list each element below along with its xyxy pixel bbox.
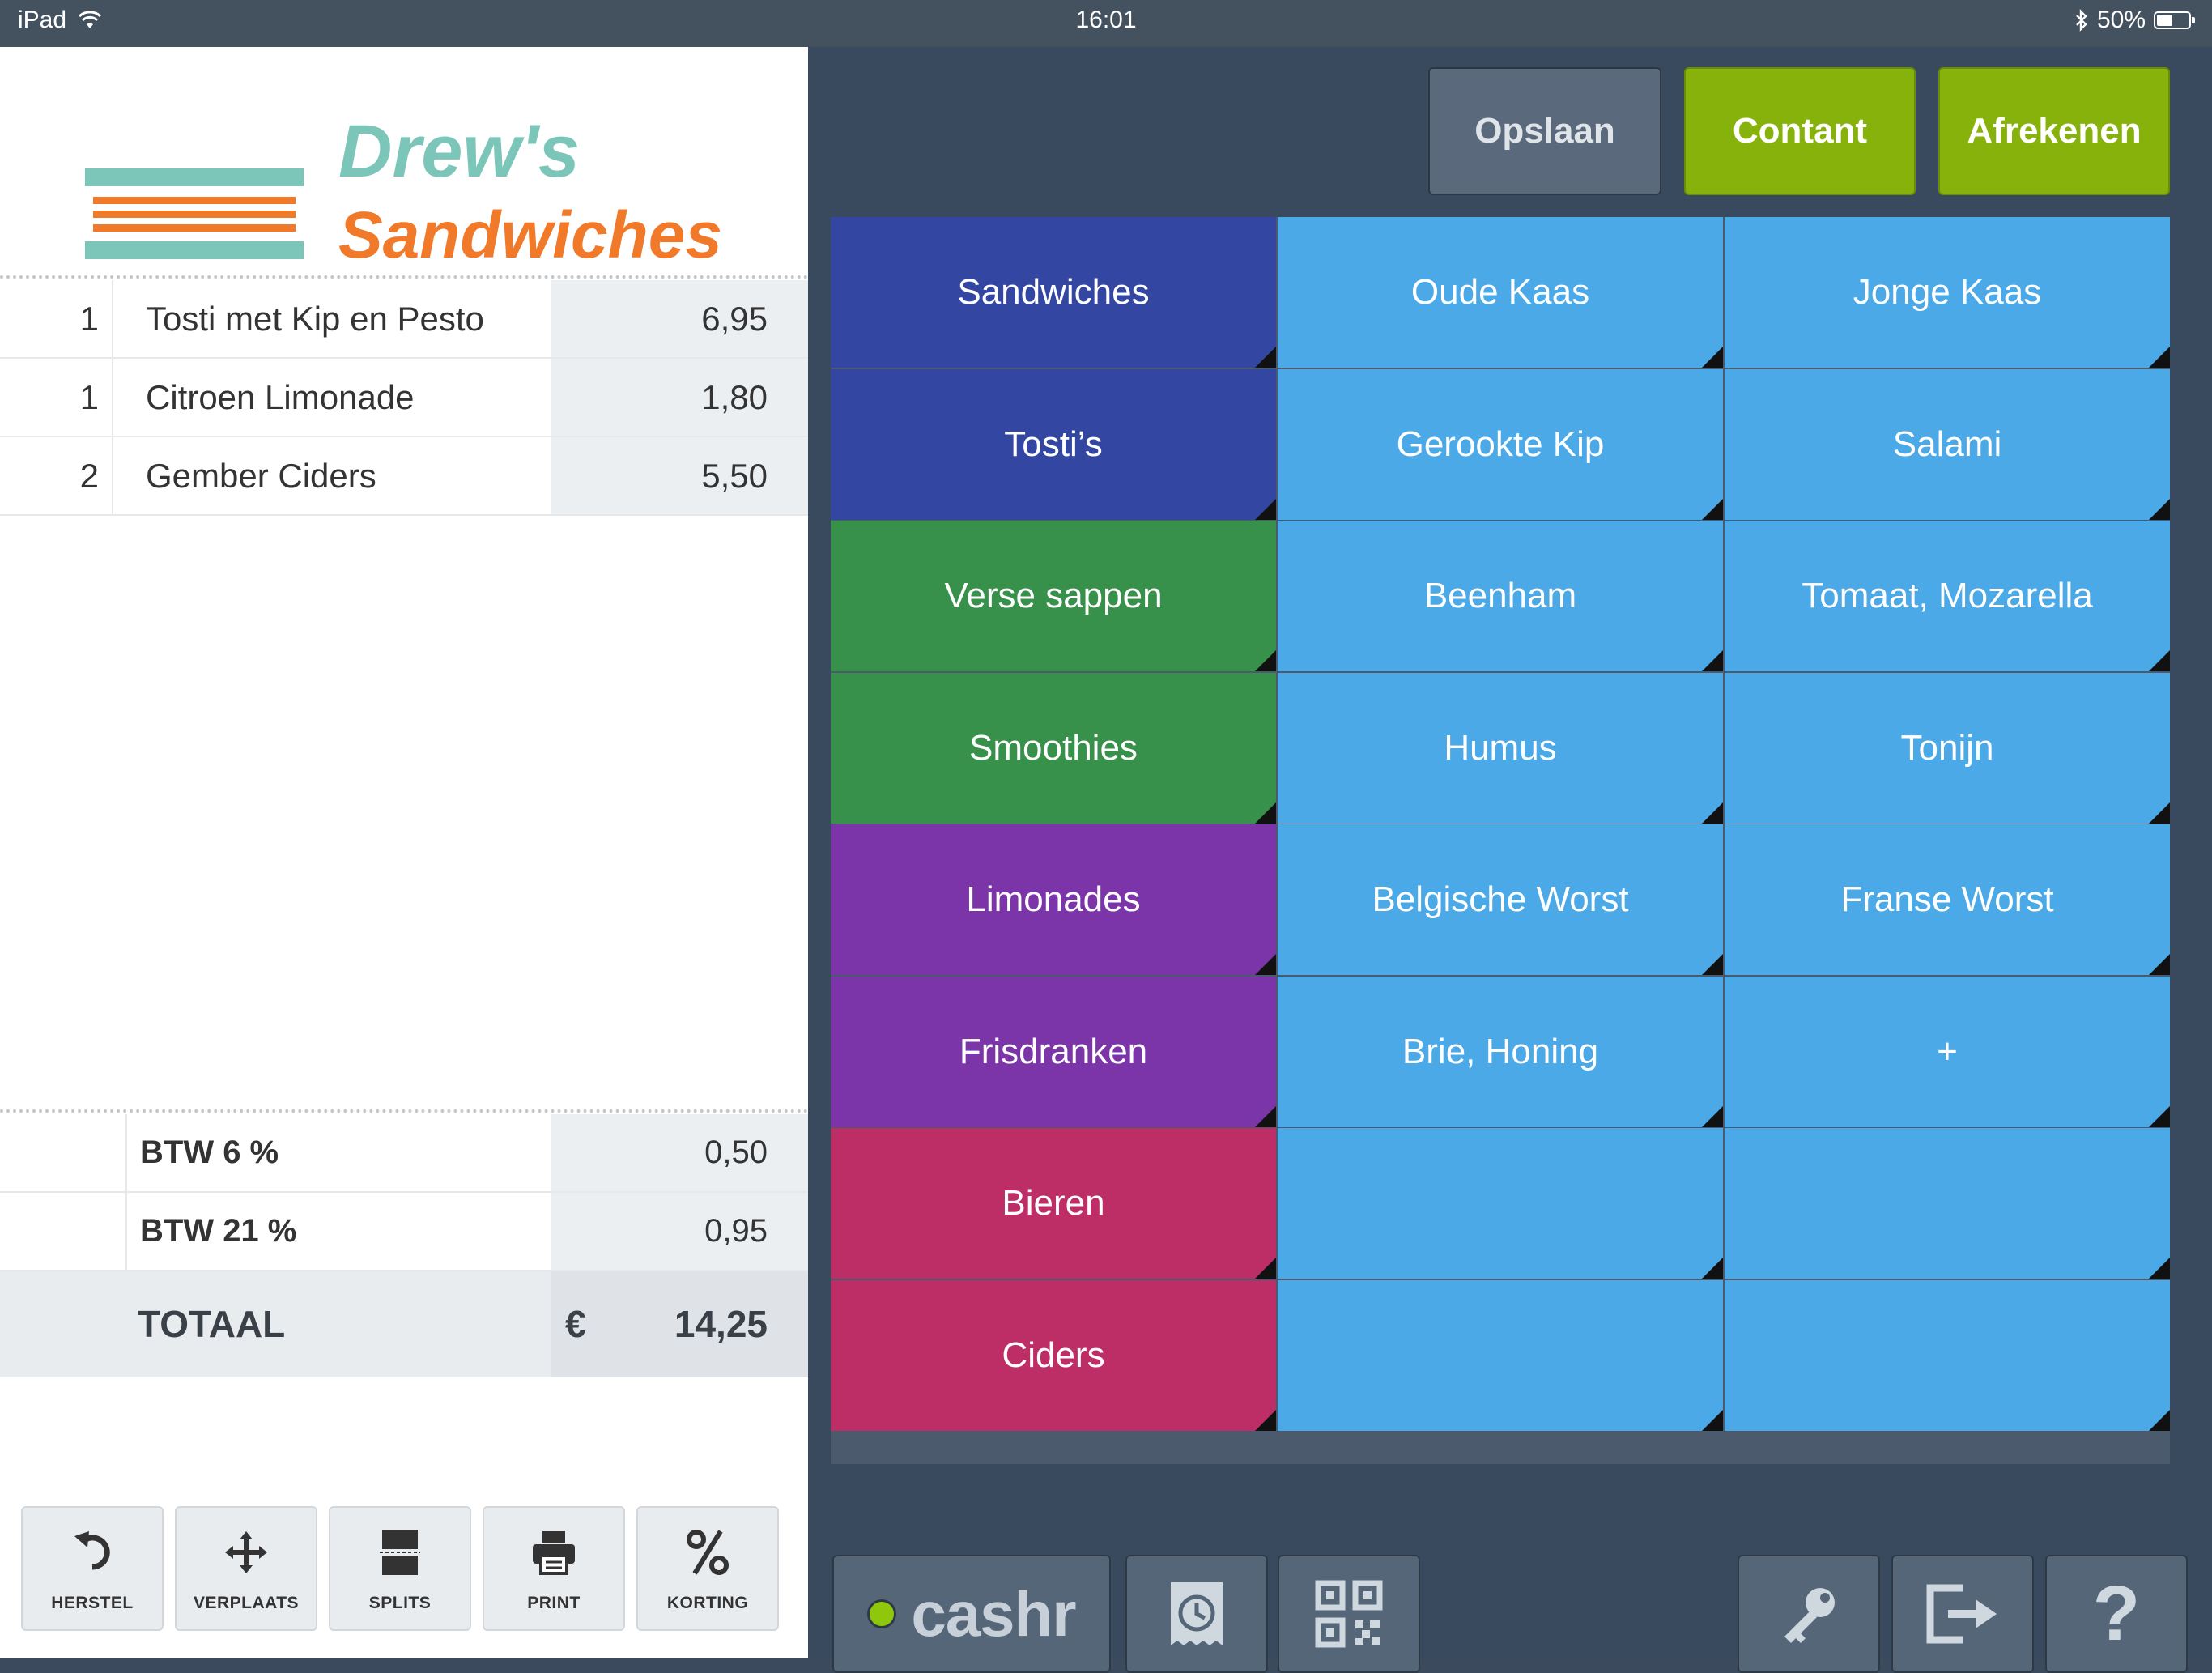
order-toolbar: HERSTEL VERPLAATS SPLITS PRINT KORTING (21, 1506, 779, 1631)
category-button[interactable]: Sandwiches (831, 217, 1276, 368)
order-row[interactable]: 1 Tosti met Kip en Pesto 6,95 (0, 280, 808, 359)
product-button[interactable]: Franse Worst (1725, 824, 2170, 975)
checkout-button[interactable]: Afrekenen (1938, 67, 2170, 195)
tax-row: BTW 21 % 0,95 (0, 1193, 808, 1271)
product-button[interactable]: Tomaat, Mozarella (1725, 521, 2170, 671)
split-icon (380, 1524, 420, 1581)
item-price: 6,95 (551, 280, 808, 357)
product-button[interactable]: Tonijn (1725, 672, 2170, 824)
product-button[interactable]: Belgische Worst (1278, 824, 1723, 975)
product-button[interactable]: Jonge Kaas (1725, 217, 2170, 368)
item-qty: 2 (0, 437, 113, 514)
help-icon: ? (2092, 1570, 2141, 1657)
product-grid: Sandwiches Oude Kaas Jonge Kaas Tosti’s Gero… (831, 217, 2170, 1464)
cashr-logo: cashr (911, 1577, 1076, 1650)
separator (0, 275, 808, 279)
product-button[interactable]: Brie, Honing (1278, 976, 1723, 1127)
cashr-brand-button[interactable]: cashr (832, 1555, 1111, 1673)
bluetooth-icon (2076, 9, 2087, 32)
tax-label: BTW 6 % (125, 1114, 279, 1191)
qr-code-icon (1315, 1580, 1383, 1648)
product-button[interactable]: Gerookte Kip (1278, 368, 1723, 520)
order-row[interactable]: 1 Citroen Limonade 1,80 (0, 359, 808, 437)
undo-icon (68, 1524, 117, 1581)
cash-button[interactable]: Contant (1684, 67, 1916, 195)
split-button[interactable]: SPLITS (329, 1506, 471, 1631)
discount-button[interactable]: KORTING (636, 1506, 779, 1631)
category-button[interactable]: Smoothies (831, 672, 1276, 824)
product-button[interactable]: Humus (1278, 672, 1723, 824)
category-button[interactable]: Bieren (831, 1128, 1276, 1279)
tax-value: 0,50 (551, 1114, 808, 1191)
percent-icon (683, 1524, 732, 1581)
move-button[interactable]: VERPLAATS (175, 1506, 317, 1631)
item-qty: 1 (0, 359, 113, 436)
svg-text:Drew's: Drew's (338, 110, 580, 193)
bottom-toolbar: cashr ? (808, 1496, 2212, 1673)
key-icon (1784, 1588, 1835, 1643)
logout-button[interactable] (1891, 1555, 2034, 1673)
total-label: TOTAAL (138, 1303, 286, 1345)
clock: 16:01 (1075, 6, 1137, 33)
empty-product-slot[interactable] (1725, 1279, 2170, 1431)
category-button[interactable]: Verse sappen (831, 521, 1276, 671)
product-button[interactable]: Salami (1725, 368, 2170, 520)
product-button[interactable]: Oude Kaas (1278, 217, 1723, 368)
status-dot (867, 1599, 897, 1628)
receipt-history-button[interactable] (1125, 1555, 1268, 1673)
print-button[interactable]: PRINT (483, 1506, 625, 1631)
item-price: 1,80 (551, 359, 808, 436)
category-button[interactable]: Limonades (831, 824, 1276, 975)
item-qty: 1 (0, 280, 113, 357)
separator (0, 1109, 808, 1113)
item-name: Gember Ciders (146, 457, 376, 495)
category-button[interactable]: Ciders (831, 1279, 1276, 1431)
total-row: TOTAAL € 14,25 (0, 1271, 808, 1377)
status-bar: iPad 16:01 50% (0, 0, 2212, 47)
order-row[interactable]: 2 Gember Ciders 5,50 (0, 437, 808, 516)
add-product-button[interactable]: + (1725, 976, 2170, 1127)
tax-value: 0,95 (551, 1193, 808, 1270)
receipt-clock-icon (1171, 1582, 1223, 1645)
category-button[interactable]: Tosti’s (831, 368, 1276, 520)
order-panel: Drew's Sandwiches 1 Tosti met Kip en Pes… (0, 47, 808, 1658)
qr-code-button[interactable] (1278, 1555, 1420, 1673)
undo-button[interactable]: HERSTEL (21, 1506, 164, 1631)
empty-product-slot[interactable] (1725, 1128, 2170, 1279)
total-amount: 14,25 (674, 1303, 768, 1345)
help-button[interactable]: ? (2045, 1555, 2188, 1673)
item-price: 5,50 (551, 437, 808, 514)
save-button[interactable]: Opslaan (1428, 67, 1661, 195)
drews-sandwiches-logo: Drew's Sandwiches (85, 110, 722, 272)
tax-row: BTW 6 % 0,50 (0, 1114, 808, 1193)
product-panel: Opslaan Contant Afrekenen Sandwiches Oude… (808, 47, 2212, 1673)
product-button[interactable]: Beenham (1278, 521, 1723, 671)
settings-key-button[interactable] (1738, 1555, 1880, 1673)
move-icon (222, 1524, 270, 1581)
svg-text:Sandwiches: Sandwiches (338, 198, 722, 272)
tax-label: BTW 21 % (125, 1193, 296, 1270)
logout-icon (1926, 1584, 1997, 1644)
category-button[interactable]: Frisdranken (831, 976, 1276, 1127)
battery-percent: 50% (2096, 6, 2146, 33)
item-name: Tosti met Kip en Pesto (146, 300, 484, 338)
empty-product-slot[interactable] (1278, 1279, 1723, 1431)
printer-icon (530, 1524, 578, 1581)
battery-icon (2154, 11, 2195, 29)
item-name: Citroen Limonade (146, 378, 415, 416)
empty-product-slot[interactable] (1278, 1128, 1723, 1279)
